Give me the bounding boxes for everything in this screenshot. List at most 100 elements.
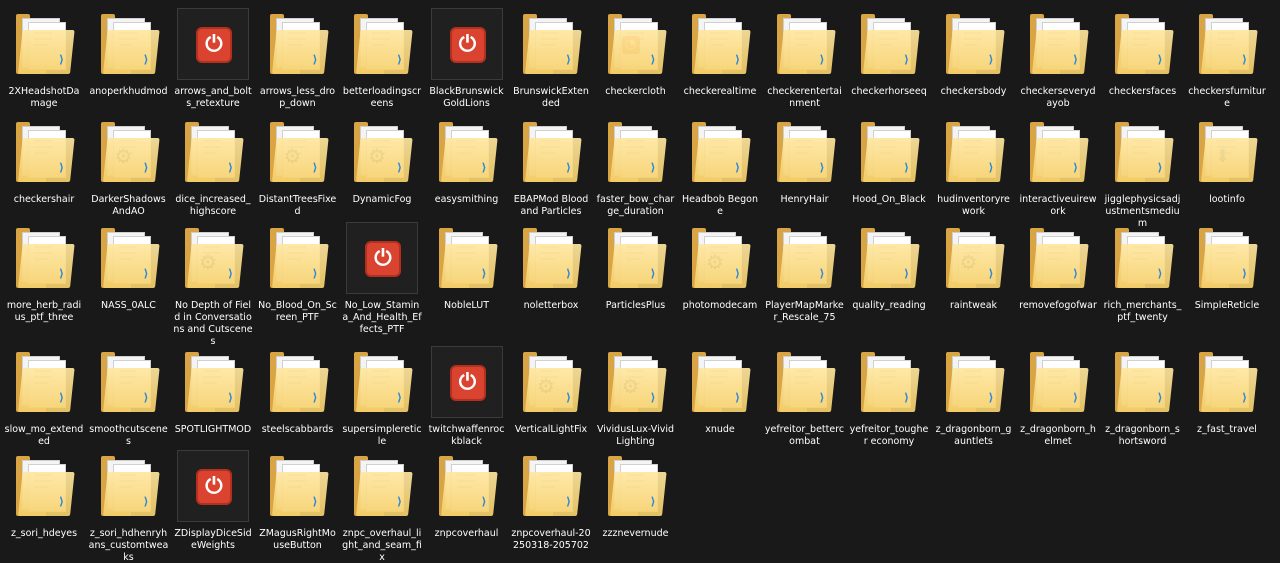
file-grid: ⟩ 2XHeadshotDamage ⟩ anoperkhudmod ⏻ arrows_a… bbox=[0, 0, 1280, 563]
file-item[interactable]: ⟩ xnude bbox=[680, 346, 760, 436]
file-item[interactable]: ⟩ No_Blood_On_Screen_PTF bbox=[258, 222, 338, 324]
file-item[interactable]: ⟩ znpcoverhaul-20250318-205702 bbox=[511, 450, 591, 552]
item-icon-wrapper: ⟩ bbox=[1191, 222, 1263, 294]
file-item[interactable]: ⚙⟩ No Depth of Field in Conversations and… bbox=[173, 222, 253, 348]
file-name: twitchwaffenrockblack bbox=[428, 424, 505, 447]
folder-icon: ⟩ bbox=[776, 14, 836, 74]
file-item[interactable]: ⟩ jigglephysicsadjustmentsmedium bbox=[1103, 116, 1183, 230]
file-item[interactable]: ⟩ supersimplereticle bbox=[342, 346, 422, 448]
file-item[interactable]: ⟩ yefreitor_tougher economy bbox=[849, 346, 929, 448]
vscode-badge-icon: ⟩ bbox=[481, 161, 487, 174]
file-item[interactable]: ⏻ twitchwaffenrockblack bbox=[427, 346, 507, 448]
vscode-badge-icon: ⟩ bbox=[143, 391, 149, 404]
file-item[interactable]: ⟩ SPOTLIGHTMOD bbox=[173, 346, 253, 436]
file-item[interactable]: ⟩ Headbob Begone bbox=[680, 116, 760, 218]
file-name: 2XHeadshotDamage bbox=[8, 86, 80, 109]
folder-icon: ⟩ bbox=[1030, 122, 1089, 182]
folder-icon: ⟩ bbox=[1114, 228, 1174, 288]
file-item[interactable]: ⟩ z_sori_hdhenryhans_customtweaks bbox=[89, 450, 169, 563]
file-item[interactable]: ⟩ checkershair bbox=[4, 116, 84, 206]
file-item[interactable]: ⟩ rich_merchants_ptf_twenty bbox=[1103, 222, 1183, 324]
file-item[interactable]: ⟩ z_dragonborn_shortsword bbox=[1103, 346, 1183, 448]
file-item[interactable]: ⟩ znpc_overhaul_light_and_seam_fix bbox=[342, 450, 422, 563]
file-item[interactable]: ⟩ quality_reading bbox=[849, 222, 929, 312]
file-item[interactable]: ⟩ zzznevernude bbox=[596, 450, 676, 540]
file-name: faster_bow_charge_duration bbox=[596, 194, 675, 217]
file-item[interactable]: ⟩ slow_mo_extended bbox=[4, 346, 84, 448]
file-item[interactable]: ⟩ checkerhorseeq bbox=[849, 8, 929, 98]
file-name: checkersfaces bbox=[1108, 86, 1177, 97]
file-item[interactable]: ⚙⟩ photomodecam bbox=[680, 222, 760, 312]
file-item[interactable]: ⟩ NobleLUT bbox=[427, 222, 507, 312]
item-icon-wrapper: ⟩ bbox=[1022, 116, 1094, 188]
folder-icon: ⟩ bbox=[607, 456, 667, 516]
file-item[interactable]: ⟩ 2XHeadshotDamage bbox=[4, 8, 84, 110]
file-item[interactable]: ⟩ checkerseverydayob bbox=[1018, 8, 1098, 110]
vscode-badge-icon: ⟩ bbox=[396, 495, 402, 508]
file-item[interactable]: ⟩ checkersfurniture bbox=[1187, 8, 1267, 110]
file-name: yefreitor_tougher economy bbox=[849, 424, 929, 447]
file-item[interactable]: ⟩ smoothcutscenes bbox=[89, 346, 169, 448]
item-icon-wrapper: ⟩ bbox=[346, 8, 418, 80]
file-item[interactable]: ⏻ ZDisplayDiceSideWeights bbox=[173, 450, 253, 552]
file-item[interactable]: ⟩ PlayerMapMarker_Rescale_75 bbox=[765, 222, 845, 324]
file-item[interactable]: ⟩ arrows_less_drop_down bbox=[258, 8, 338, 110]
file-item[interactable]: ⟩ z_dragonborn_gauntlets bbox=[934, 346, 1014, 448]
file-item[interactable]: ⬇ lootinfo bbox=[1187, 116, 1267, 206]
file-item[interactable]: ⟩ HenryHair bbox=[765, 116, 845, 206]
folder-icon: ⟩ bbox=[1114, 352, 1174, 412]
file-item[interactable]: ⟩ z_sori_hdeyes bbox=[4, 450, 84, 540]
folder-icon: ⟩ bbox=[100, 456, 160, 516]
file-item[interactable]: ⚙⟩ raintweak bbox=[934, 222, 1014, 312]
file-item[interactable]: ⟩ checkerentertainment bbox=[765, 8, 845, 110]
file-item[interactable]: ⏻ BlackBrunswickGoldLions bbox=[427, 8, 507, 110]
file-item[interactable]: ⟩ dice_increased_highscore bbox=[173, 116, 253, 218]
vscode-badge-icon: ⟩ bbox=[1157, 161, 1163, 174]
file-item[interactable]: ⟩ ParticlesPlus bbox=[596, 222, 676, 312]
file-item[interactable]: ⟩ yefreitor_bettercombat bbox=[765, 346, 845, 448]
vscode-badge-icon: ⟩ bbox=[227, 391, 233, 404]
folder-icon: ⟩ bbox=[1199, 14, 1258, 74]
item-icon-wrapper: ⟩ bbox=[515, 8, 587, 80]
file-item[interactable]: ⚙⟩ VerticalLightFix bbox=[511, 346, 591, 436]
vscode-badge-icon: ⟩ bbox=[565, 495, 571, 508]
file-name: ZMagusRightMouseButton bbox=[259, 528, 336, 551]
file-item[interactable]: ⚙⟩ DarkerShadowsAndAO bbox=[89, 116, 169, 218]
file-item[interactable]: ⏻ No_Low_Stamina_And_Health_Effects_PTF bbox=[342, 222, 422, 336]
file-item[interactable]: ⟩ hudinventoryrework bbox=[934, 116, 1014, 218]
file-item[interactable]: ⟩ EBAPMod Bloodand Particles bbox=[511, 116, 591, 218]
file-item[interactable]: ⏻ arrows_and_bolts_retexture bbox=[173, 8, 253, 110]
file-item[interactable]: ⚙⟩ DynamicFog bbox=[342, 116, 422, 206]
file-item[interactable]: ⟩ betterloadingscreens bbox=[342, 8, 422, 110]
file-item[interactable]: ⟩ BrunswickExtended bbox=[511, 8, 591, 110]
vscode-badge-icon: ⟩ bbox=[565, 267, 571, 280]
file-item[interactable]: ◔⟩ checkercloth bbox=[596, 8, 676, 98]
file-item[interactable]: ⚙⟩ DistantTreesFixed bbox=[258, 116, 338, 218]
file-item[interactable]: ⟩ easysmithing bbox=[427, 116, 507, 206]
vscode-badge-icon: ⟩ bbox=[650, 267, 656, 280]
file-item[interactable]: ⟩ Hood_On_Black bbox=[849, 116, 929, 206]
file-item[interactable]: ⟩ z_dragonborn_helmet bbox=[1018, 346, 1098, 448]
file-item[interactable]: ⟩ interactiveuirework bbox=[1018, 116, 1098, 218]
file-item[interactable]: ⟩ checkerealtime bbox=[680, 8, 760, 98]
file-item[interactable]: ⟩ SimpleReticle bbox=[1187, 222, 1267, 312]
folder-gear-icon: ⚙⟩ bbox=[269, 122, 329, 182]
file-item[interactable]: ⟩ znpcoverhaul bbox=[427, 450, 507, 540]
file-item[interactable]: ⟩ noletterbox bbox=[511, 222, 591, 312]
item-icon-wrapper: ⟩ bbox=[8, 8, 80, 80]
file-item[interactable]: ⟩ more_herb_radius_ptf_three bbox=[4, 222, 84, 324]
file-item[interactable]: ⟩ checkersbody bbox=[934, 8, 1014, 98]
file-item[interactable]: ⟩ z_fast_travel bbox=[1187, 346, 1267, 436]
file-name: checkerseverydayob bbox=[1020, 86, 1096, 109]
file-name: DarkerShadowsAndAO bbox=[91, 194, 166, 217]
file-item[interactable]: ⟩ removefogofwar bbox=[1018, 222, 1098, 312]
item-icon-wrapper: ⟩ bbox=[684, 8, 756, 80]
folder-icon: ⟩ bbox=[945, 14, 1005, 74]
file-item[interactable]: ⟩ steelscabbards bbox=[258, 346, 338, 436]
file-item[interactable]: ⟩ ZMagusRightMouseButton bbox=[258, 450, 338, 552]
file-item[interactable]: ⟩ checkersfaces bbox=[1103, 8, 1183, 98]
file-item[interactable]: ⟩ NASS_0ALC bbox=[89, 222, 169, 312]
file-item[interactable]: ⟩ faster_bow_charge_duration bbox=[596, 116, 676, 218]
file-item[interactable]: ⚙⟩ VividusLux-Vivid Lighting bbox=[596, 346, 676, 448]
file-item[interactable]: ⟩ anoperkhudmod bbox=[89, 8, 169, 98]
